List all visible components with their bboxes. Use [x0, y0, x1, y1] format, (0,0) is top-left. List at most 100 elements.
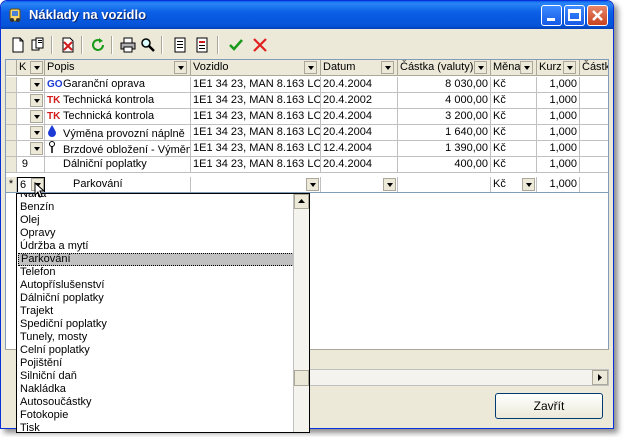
- cell-castka[interactable]: 3 200,00: [398, 109, 491, 125]
- cell-castka-local[interactable]: [580, 157, 608, 173]
- cell-castka[interactable]: 8 030,00: [398, 77, 491, 93]
- column-filter-button[interactable]: [30, 61, 43, 74]
- cell-mena[interactable]: Kč: [491, 125, 537, 141]
- cell-castka[interactable]: 1 640,00: [398, 125, 491, 141]
- row-marker[interactable]: [6, 77, 17, 93]
- datum-dropdown-button[interactable]: [383, 178, 396, 191]
- column-header-k[interactable]: K: [17, 60, 45, 76]
- scroll-up-button[interactable]: [294, 194, 309, 209]
- list-item[interactable]: Telefon: [18, 266, 294, 279]
- cell-castka[interactable]: 400,00: [398, 157, 491, 173]
- cell-kurz[interactable]: 1,000: [537, 93, 580, 109]
- cell-dropdown-button[interactable]: [30, 110, 43, 123]
- cell-dropdown-button[interactable]: [30, 78, 43, 91]
- cell-datum[interactable]: 20.4.2004: [321, 125, 398, 141]
- cell-datum[interactable]: 20.4.2002: [321, 93, 398, 109]
- column-filter-button[interactable]: [520, 61, 533, 74]
- scroll-thumb[interactable]: [294, 370, 309, 386]
- table-row[interactable]: GOGaranční oprava 1E1 34 23, MAN 8.163 L…: [6, 77, 608, 93]
- cell-k[interactable]: [17, 109, 45, 125]
- column-filter-button[interactable]: [474, 61, 487, 74]
- cell-mena[interactable]: Kč: [491, 157, 537, 173]
- column-header-mena[interactable]: Měna: [491, 60, 537, 76]
- confirm-button[interactable]: [226, 35, 246, 55]
- cell-dropdown-button[interactable]: [30, 142, 43, 155]
- row-marker[interactable]: [6, 157, 17, 173]
- cell-dropdown-button[interactable]: [30, 94, 43, 107]
- list-item[interactable]: Spediční poplatky: [18, 318, 294, 331]
- list-item[interactable]: Silniční daň: [18, 370, 294, 383]
- list-item[interactable]: Tunely, mosty: [18, 331, 294, 344]
- cell-castka[interactable]: 4 000,00: [398, 93, 491, 109]
- row-marker[interactable]: [6, 109, 17, 125]
- cell-kurz[interactable]: 1,000: [537, 141, 580, 157]
- search-button[interactable]: [138, 35, 158, 55]
- cell-popis[interactable]: TK Technická kontrola: [45, 93, 191, 109]
- list-item-selected[interactable]: Parkování: [18, 253, 294, 266]
- cell-castka-local[interactable]: [580, 77, 608, 93]
- cell-datum[interactable]: 20.4.2004: [321, 77, 398, 93]
- cell-popis[interactable]: GOGaranční oprava: [45, 77, 191, 93]
- title-bar[interactable]: Náklady na vozidlo: [1, 1, 613, 29]
- cell-castka[interactable]: 1 390,00: [398, 141, 491, 157]
- list-item[interactable]: Tisk: [18, 422, 294, 432]
- dropdown-scrollbar[interactable]: [293, 194, 309, 432]
- table-row[interactable]: TK Technická kontrola 1E1 34 23, MAN 8.16…: [6, 109, 608, 125]
- column-header-castka-local[interactable]: Částk: [580, 60, 608, 76]
- column-header-vozidlo[interactable]: Vozidlo: [191, 60, 321, 76]
- cell-castka-local[interactable]: [580, 141, 608, 157]
- column-filter-button[interactable]: [304, 61, 317, 74]
- cell-kurz[interactable]: 1,000: [537, 125, 580, 141]
- new-row-datum[interactable]: [321, 177, 398, 192]
- list-item[interactable]: Autosoučástky: [18, 396, 294, 409]
- column-header-kurz[interactable]: Kurz: [537, 60, 580, 76]
- row-marker[interactable]: [6, 141, 17, 157]
- cell-k[interactable]: [17, 93, 45, 109]
- new-record-row[interactable]: * 6 Parkování Kč 1,000: [6, 177, 608, 192]
- delete-record-button[interactable]: [58, 35, 78, 55]
- new-row-vozidlo[interactable]: [191, 177, 321, 192]
- list-item[interactable]: Nakládka: [18, 383, 294, 396]
- print-button[interactable]: [118, 35, 138, 55]
- new-row-castka-local[interactable]: [580, 177, 608, 192]
- cell-kurz[interactable]: 1,000: [537, 109, 580, 125]
- cell-vozidlo[interactable]: 1E1 34 23, MAN 8.163 LC: [191, 157, 321, 173]
- table-row[interactable]: 9 Dálniční poplatky 1E1 34 23, MAN 8.163…: [6, 157, 608, 173]
- column-header-castka[interactable]: Částka (valuty): [398, 60, 491, 76]
- category-dropdown-list[interactable]: Nafta Benzín Olej Opravy Údržba a mytí P…: [16, 193, 310, 433]
- table-row[interactable]: TK Technická kontrola 1E1 34 23, MAN 8.16…: [6, 93, 608, 109]
- horizontal-scrollbar[interactable]: [309, 369, 609, 386]
- list-item[interactable]: Trajekt: [18, 305, 294, 318]
- minimize-button[interactable]: [541, 5, 562, 26]
- list-item[interactable]: Opravy: [18, 227, 294, 240]
- cell-k[interactable]: 9: [17, 157, 45, 173]
- column-filter-button[interactable]: [381, 61, 394, 74]
- cell-k[interactable]: [17, 125, 45, 141]
- column-filter-button[interactable]: [563, 61, 576, 74]
- list-item[interactable]: Pojištění: [18, 357, 294, 370]
- vozidlo-dropdown-button[interactable]: [306, 178, 319, 191]
- row-marker[interactable]: [6, 125, 17, 141]
- table-row[interactable]: Výměna provozní náplně 1E1 34 23, MAN 8.…: [6, 125, 608, 141]
- new-record-button[interactable]: [8, 35, 28, 55]
- cell-castka-local[interactable]: [580, 109, 608, 125]
- cell-datum[interactable]: 20.4.2004: [321, 109, 398, 125]
- table-row[interactable]: Brzdové obložení - Výměna 1E1 34 23, MAN…: [6, 141, 608, 157]
- cell-castka-local[interactable]: [580, 125, 608, 141]
- cell-k[interactable]: [17, 77, 45, 93]
- list-item[interactable]: Nafta: [18, 194, 294, 201]
- refresh-button[interactable]: [88, 35, 108, 55]
- cell-vozidlo[interactable]: 1E1 34 23, MAN 8.163 LC: [191, 125, 321, 141]
- cell-vozidlo[interactable]: 1E1 34 23, MAN 8.163 LC: [191, 93, 321, 109]
- report-button[interactable]: [192, 35, 212, 55]
- cell-mena[interactable]: Kč: [491, 77, 537, 93]
- cell-vozidlo[interactable]: 1E1 34 23, MAN 8.163 LC: [191, 109, 321, 125]
- cell-dropdown-button[interactable]: [30, 126, 43, 139]
- column-filter-button[interactable]: [174, 61, 187, 74]
- list-item[interactable]: Údržba a mytí: [18, 240, 294, 253]
- cell-kurz[interactable]: 1,000: [537, 157, 580, 173]
- list-item[interactable]: Celní poplatky: [18, 344, 294, 357]
- scroll-right-button[interactable]: [592, 370, 608, 385]
- cell-mena[interactable]: Kč: [491, 141, 537, 157]
- mena-dropdown-button[interactable]: [522, 178, 535, 191]
